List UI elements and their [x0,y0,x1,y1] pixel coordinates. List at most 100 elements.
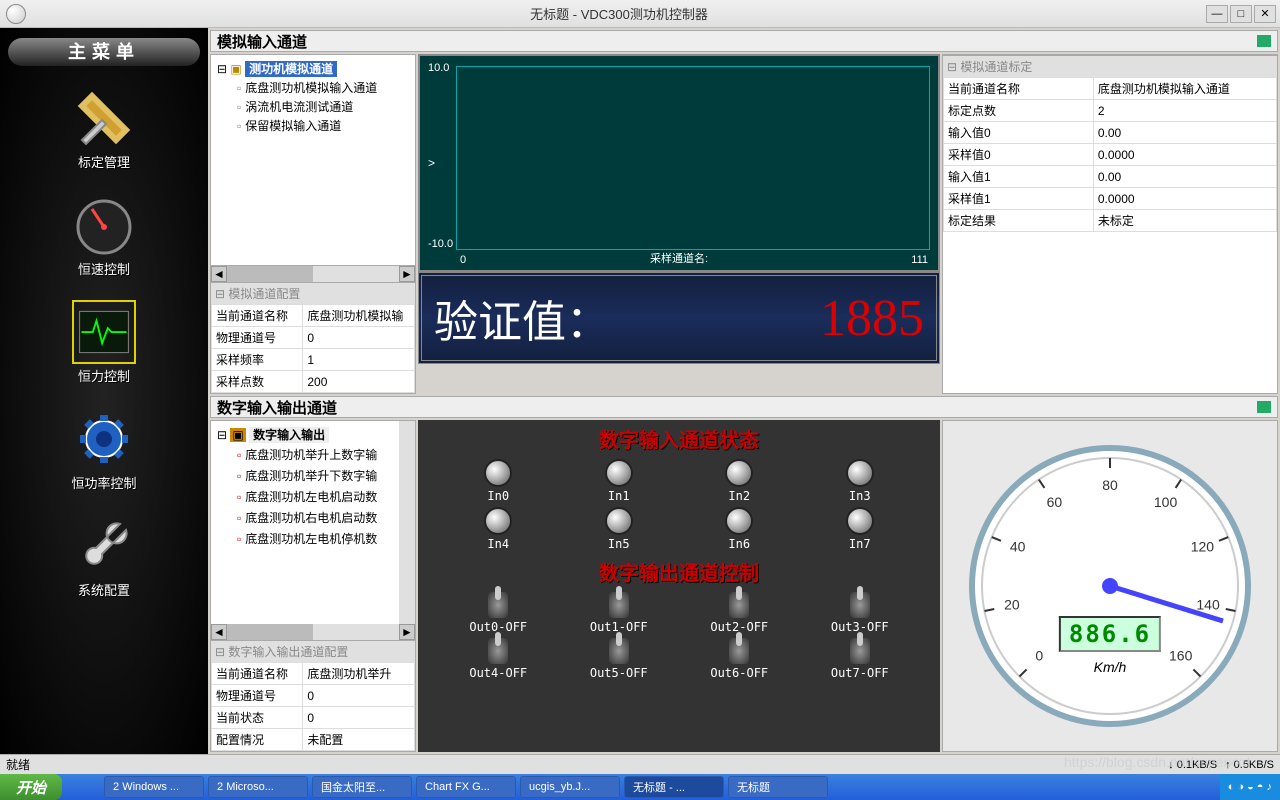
wrench-icon [72,86,136,150]
menu-constant-power[interactable]: 恒功率控制 [0,391,208,498]
toggle-switch-icon [609,638,629,664]
prop-row[interactable]: 当前通道名称底盘测功机模拟输入通道 [944,78,1277,100]
digital-output-toggle[interactable]: Out0-OFF [469,592,527,634]
svg-text:140: 140 [1196,597,1220,613]
svg-text:40: 40 [1010,539,1026,555]
digital-io-panel: 数字输入通道状态 In0 In1 In2 In3 In4 In5 In6 In7… [418,420,940,752]
led-bulb-icon [484,459,512,487]
tree-root-node[interactable]: ⊟ ▣ 数字输入输出 [215,425,395,444]
minimize-button[interactable]: — [1206,5,1228,23]
tree-child[interactable]: 底盘测功机举升上数字输 [215,444,395,465]
gear-icon [72,407,136,471]
prop-row[interactable]: 当前通道名称底盘测功机模拟输 [212,305,415,327]
digital-output-toggle[interactable]: Out2-OFF [710,592,768,634]
analog-channel-tree[interactable]: ⊟ ▣ 测功机模拟通道 底盘测功机模拟输入通道 涡流机电流测试通道 保留模拟输入… [211,55,415,266]
prop-row[interactable]: 配置情况未配置 [212,729,415,751]
prop-row[interactable]: 输入值00.00 [944,122,1277,144]
tree-child[interactable]: 涡流机电流测试通道 [215,97,411,116]
menu-system-config[interactable]: 系统配置 [0,498,208,605]
digital-input-led: In1 [605,459,633,503]
close-button[interactable]: ✕ [1254,5,1276,23]
taskbar-item[interactable]: 无标题 [728,776,828,798]
windows-taskbar: 开始 2 Windows ... 2 Microso... 国金太阳至... C… [0,774,1280,800]
svg-text:20: 20 [1004,597,1020,613]
tree-child[interactable]: 底盘测功机右电机启动数 [215,507,395,528]
prop-row[interactable]: 物理通道号0 [212,327,415,349]
taskbar-item[interactable]: 2 Windows ... [104,776,204,798]
digital-panel-title: 数字输入输出通道 [210,396,1278,418]
led-bulb-icon [605,507,633,535]
download-speed: ↓ 0.1KB/S [1168,759,1217,771]
svg-text:80: 80 [1102,477,1118,493]
toggle-switch-icon [729,638,749,664]
prop-row[interactable]: 采样值10.0000 [944,188,1277,210]
menu-calibration[interactable]: 标定管理 [0,70,208,177]
taskbar-item[interactable]: ucgis_yb.J... [520,776,620,798]
svg-text:100: 100 [1154,494,1178,510]
svg-text:60: 60 [1047,494,1063,510]
sampling-chart: 10.0 -10.0 0 111 采样通道名: > [418,54,940,272]
toggle-switch-icon [609,592,629,618]
prop-row[interactable]: 采样点数200 [212,371,415,393]
tree-child[interactable]: 保留模拟输入通道 [215,116,411,135]
menu-constant-force[interactable]: 恒力控制 [0,284,208,391]
main-menu-header: 主菜单 [8,38,200,66]
ecg-icon [72,300,136,364]
toggle-switch-icon [488,592,508,618]
digital-input-led: In7 [846,507,874,551]
app-gauge-icon [6,4,26,24]
gauge-unit-label: Km/h [1094,659,1127,675]
vertical-scrollbar[interactable] [399,421,415,624]
analog-config-grid: ⊟ 模拟通道配置 当前通道名称底盘测功机模拟输 物理通道号0 采样频率1 采样点… [211,282,415,393]
led-bulb-icon [484,507,512,535]
prop-row[interactable]: 采样频率1 [212,349,415,371]
digital-output-toggle[interactable]: Out3-OFF [831,592,889,634]
speed-gauge: 020406080100120140160 886.6 Km/h [965,441,1255,731]
panel-maximize-icon[interactable] [1257,35,1271,47]
digital-output-toggle[interactable]: Out5-OFF [590,638,648,680]
digital-output-toggle[interactable]: Out7-OFF [831,638,889,680]
led-bulb-icon [846,507,874,535]
taskbar-item[interactable]: 无标题 - ... [624,776,724,798]
tree-child[interactable]: 底盘测功机左电机停机数 [215,528,395,549]
horizontal-scrollbar[interactable]: ◄► [211,266,415,282]
prop-row[interactable]: 标定点数2 [944,100,1277,122]
digital-input-led: In0 [484,459,512,503]
toggle-switch-icon [850,638,870,664]
svg-text:0: 0 [1035,648,1043,664]
horizontal-scrollbar[interactable]: ◄► [211,624,415,640]
prop-row[interactable]: 物理通道号0 [212,685,415,707]
digital-input-led: In3 [846,459,874,503]
taskbar-item[interactable]: 国金太阳至... [312,776,412,798]
spanner-icon [72,514,136,578]
menu-constant-speed[interactable]: 恒速控制 [0,177,208,284]
digital-output-toggle[interactable]: Out6-OFF [710,638,768,680]
taskbar-item[interactable]: 2 Microso... [208,776,308,798]
prop-row[interactable]: 标定结果未标定 [944,210,1277,232]
digital-channel-tree[interactable]: ⊟ ▣ 数字输入输出 底盘测功机举升上数字输 底盘测功机举升下数字输 底盘测功机… [211,421,399,624]
title-bar: 无标题 - VDC300测功机控制器 — □ ✕ [0,0,1280,28]
tree-child[interactable]: 底盘测功机模拟输入通道 [215,78,411,97]
prop-row[interactable]: 输入值10.00 [944,166,1277,188]
maximize-button[interactable]: □ [1230,5,1252,23]
prop-row[interactable]: 采样值00.0000 [944,144,1277,166]
taskbar-item[interactable]: Chart FX G... [416,776,516,798]
start-button[interactable]: 开始 [0,774,62,800]
status-bar: 就绪 ↓ 0.1KB/S ↑ 0.5KB/S [0,754,1280,774]
digital-input-led: In6 [725,507,753,551]
digital-input-led: In4 [484,507,512,551]
toggle-switch-icon [488,638,508,664]
verify-value: 1885 [820,289,924,348]
tree-root-node[interactable]: ⊟ ▣ 测功机模拟通道 [215,59,411,78]
led-bulb-icon [725,459,753,487]
analog-calibration-grid: ⊟ 模拟通道标定 当前通道名称底盘测功机模拟输入通道 标定点数2 输入值00.0… [943,55,1277,232]
digital-output-toggle[interactable]: Out4-OFF [469,638,527,680]
status-ready: 就绪 [6,756,30,773]
prop-row[interactable]: 当前通道名称底盘测功机举升 [212,663,415,685]
digital-output-toggle[interactable]: Out1-OFF [590,592,648,634]
tree-child[interactable]: 底盘测功机举升下数字输 [215,465,395,486]
prop-row[interactable]: 当前状态0 [212,707,415,729]
tree-child[interactable]: 底盘测功机左电机启动数 [215,486,395,507]
panel-maximize-icon[interactable] [1257,401,1271,413]
system-tray[interactable]: ◐ ◑ ◒ ◓ ♪ [1220,774,1280,800]
